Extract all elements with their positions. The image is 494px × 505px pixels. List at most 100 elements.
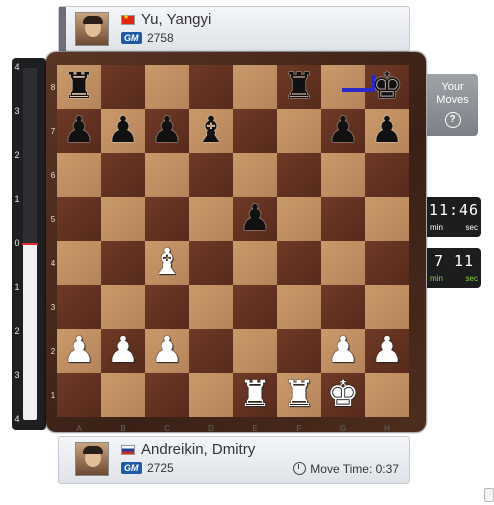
- square-e5[interactable]: ♟: [233, 197, 277, 241]
- white-rook-icon[interactable]: ♜: [277, 373, 321, 417]
- square-b3[interactable]: [101, 285, 145, 329]
- square-g3[interactable]: [321, 285, 365, 329]
- square-b1[interactable]: [101, 373, 145, 417]
- square-g4[interactable]: [321, 241, 365, 285]
- black-pawn-icon[interactable]: ♟: [365, 109, 409, 153]
- square-a2[interactable]: ♟: [57, 329, 101, 373]
- square-d8[interactable]: [189, 65, 233, 109]
- square-a4[interactable]: [57, 241, 101, 285]
- square-e8[interactable]: [233, 65, 277, 109]
- turn-indicator-strip: [59, 7, 66, 51]
- square-c3[interactable]: [145, 285, 189, 329]
- square-d7[interactable]: ♝: [189, 109, 233, 153]
- your-moves-button[interactable]: Your Moves ?: [427, 74, 478, 136]
- square-c7[interactable]: ♟: [145, 109, 189, 153]
- square-h2[interactable]: ♟: [365, 329, 409, 373]
- black-bishop-icon[interactable]: ♝: [189, 109, 233, 153]
- black-rook-icon[interactable]: ♜: [57, 65, 101, 109]
- eval-tick-label: 1: [14, 282, 20, 292]
- square-c5[interactable]: [145, 197, 189, 241]
- square-b6[interactable]: [101, 153, 145, 197]
- white-pawn-icon[interactable]: ♟: [145, 329, 189, 373]
- square-c4[interactable]: ♝: [145, 241, 189, 285]
- bottom-player-clock: 7 11 min sec: [427, 248, 481, 288]
- square-c2[interactable]: ♟: [145, 329, 189, 373]
- square-a1[interactable]: [57, 373, 101, 417]
- square-b2[interactable]: ♟: [101, 329, 145, 373]
- white-pawn-icon[interactable]: ♟: [57, 329, 101, 373]
- rank-label-7: 7: [50, 127, 56, 136]
- square-e6[interactable]: [233, 153, 277, 197]
- square-b8[interactable]: [101, 65, 145, 109]
- square-c1[interactable]: [145, 373, 189, 417]
- square-h3[interactable]: [365, 285, 409, 329]
- square-f3[interactable]: [277, 285, 321, 329]
- square-f8[interactable]: ♜: [277, 65, 321, 109]
- bottom-player-name: Andreikin, Dmitry: [141, 441, 256, 458]
- square-b5[interactable]: [101, 197, 145, 241]
- square-f2[interactable]: [277, 329, 321, 373]
- black-pawn-icon[interactable]: ♟: [233, 197, 277, 241]
- square-g8[interactable]: [321, 65, 365, 109]
- file-label-e: E: [252, 424, 258, 433]
- bottom-player-rating: 2725: [147, 461, 174, 475]
- square-e3[interactable]: [233, 285, 277, 329]
- square-g2[interactable]: ♟: [321, 329, 365, 373]
- eval-tick-label: 4: [14, 414, 20, 424]
- black-pawn-icon[interactable]: ♟: [57, 109, 101, 153]
- square-b4[interactable]: [101, 241, 145, 285]
- square-c8[interactable]: [145, 65, 189, 109]
- white-king-icon[interactable]: ♚: [321, 373, 365, 417]
- square-h5[interactable]: [365, 197, 409, 241]
- white-pawn-icon[interactable]: ♟: [365, 329, 409, 373]
- bottom-clock-time: 7 11: [433, 252, 475, 270]
- square-h6[interactable]: [365, 153, 409, 197]
- square-e1[interactable]: ♜: [233, 373, 277, 417]
- square-d5[interactable]: [189, 197, 233, 241]
- square-g1[interactable]: ♚: [321, 373, 365, 417]
- square-a5[interactable]: [57, 197, 101, 241]
- square-f4[interactable]: [277, 241, 321, 285]
- square-d4[interactable]: [189, 241, 233, 285]
- square-c6[interactable]: [145, 153, 189, 197]
- square-h4[interactable]: [365, 241, 409, 285]
- square-e2[interactable]: [233, 329, 277, 373]
- square-e4[interactable]: [233, 241, 277, 285]
- square-g7[interactable]: ♟: [321, 109, 365, 153]
- square-d2[interactable]: [189, 329, 233, 373]
- square-f6[interactable]: [277, 153, 321, 197]
- white-pawn-icon[interactable]: ♟: [321, 329, 365, 373]
- white-bishop-icon[interactable]: ♝: [145, 241, 189, 285]
- square-g6[interactable]: [321, 153, 365, 197]
- chess-board[interactable]: ♜ ♜ ♚ ♟ ♟ ♟ ♝ ♟ ♟ ♟ ♝ ♟ ♟ ♟ ♟ ♟ ♜ ♜ ♚: [57, 65, 409, 417]
- white-rook-icon[interactable]: ♜: [233, 373, 277, 417]
- square-f7[interactable]: [277, 109, 321, 153]
- move-arrow-head: [372, 75, 375, 91]
- square-b7[interactable]: ♟: [101, 109, 145, 153]
- square-d3[interactable]: [189, 285, 233, 329]
- square-a8[interactable]: ♜: [57, 65, 101, 109]
- square-e7[interactable]: [233, 109, 277, 153]
- rank-label-3: 3: [50, 303, 56, 312]
- square-f5[interactable]: [277, 197, 321, 241]
- black-pawn-icon[interactable]: ♟: [145, 109, 189, 153]
- resize-handle[interactable]: [484, 488, 494, 502]
- white-pawn-icon[interactable]: ♟: [101, 329, 145, 373]
- square-g5[interactable]: [321, 197, 365, 241]
- square-h1[interactable]: [365, 373, 409, 417]
- black-pawn-icon[interactable]: ♟: [321, 109, 365, 153]
- top-player-avatar: [75, 12, 109, 46]
- black-pawn-icon[interactable]: ♟: [101, 109, 145, 153]
- top-clock-sec-label: sec: [465, 223, 478, 232]
- square-a6[interactable]: [57, 153, 101, 197]
- square-f1[interactable]: ♜: [277, 373, 321, 417]
- square-a3[interactable]: [57, 285, 101, 329]
- move-time-label: Move Time: 0:37: [310, 462, 399, 476]
- file-label-h: H: [384, 424, 390, 433]
- square-a7[interactable]: ♟: [57, 109, 101, 153]
- square-d6[interactable]: [189, 153, 233, 197]
- help-icon[interactable]: ?: [444, 112, 461, 128]
- square-h7[interactable]: ♟: [365, 109, 409, 153]
- square-d1[interactable]: [189, 373, 233, 417]
- black-rook-icon[interactable]: ♜: [277, 65, 321, 109]
